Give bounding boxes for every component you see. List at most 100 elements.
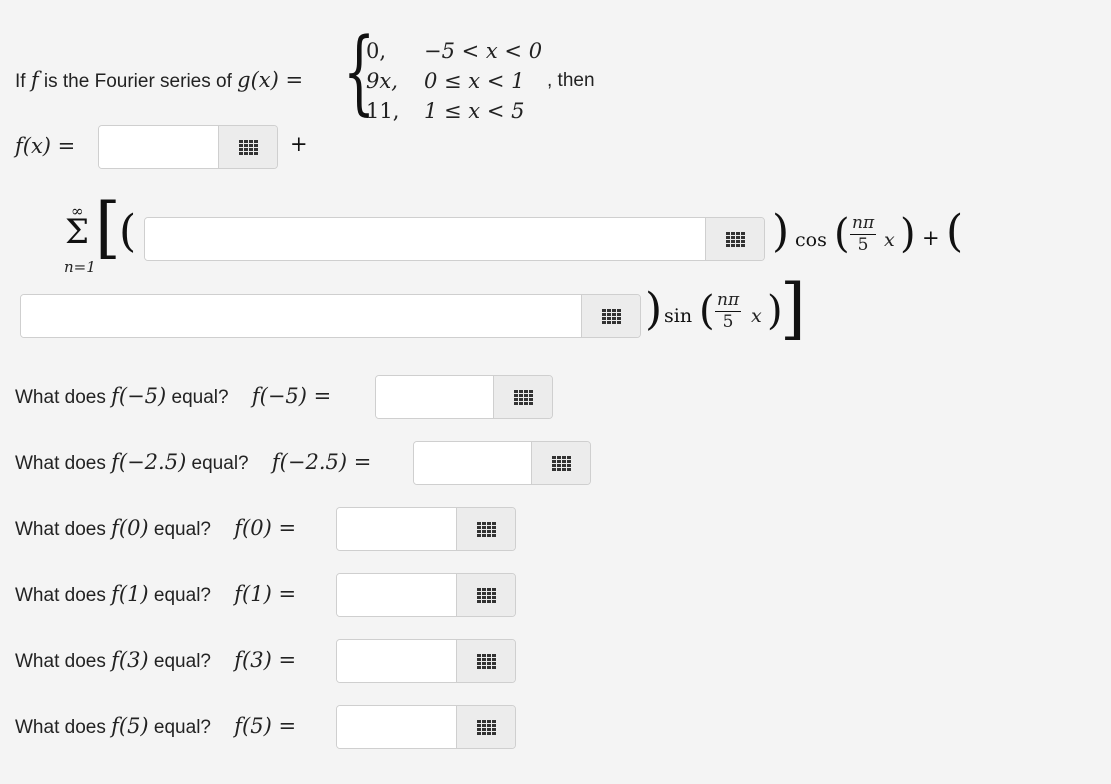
case-condition: −5 < x < 0 bbox=[424, 39, 543, 63]
case-row: 11, 1 ≤ x < 5 bbox=[366, 96, 542, 126]
question-tail: equal? bbox=[171, 387, 229, 408]
sum-symbol: Σ bbox=[65, 212, 90, 252]
math-keypad-button[interactable] bbox=[456, 508, 515, 550]
question-tail: equal? bbox=[153, 651, 211, 672]
right-paren-bn: ) bbox=[645, 284, 663, 335]
question-lhs: f(−2.5) = bbox=[271, 450, 372, 474]
sum-lower: n=1 bbox=[64, 258, 96, 276]
question-row: What does f(0) equal? f(0) = bbox=[15, 516, 296, 541]
math-keypad-button[interactable] bbox=[456, 640, 515, 682]
left-bracket: [ bbox=[95, 189, 121, 266]
keypad-icon bbox=[476, 719, 496, 735]
math-keypad-button[interactable] bbox=[581, 295, 640, 337]
question-arg: f(5) bbox=[111, 714, 149, 738]
left-paren-an: ( bbox=[119, 206, 137, 257]
question-tail: equal? bbox=[191, 453, 249, 474]
question-prompt: What does bbox=[15, 585, 106, 606]
sin-fraction: nπ 5 bbox=[715, 290, 742, 332]
sin-label: sin bbox=[664, 305, 693, 327]
right-paren-cos: ) bbox=[900, 211, 916, 257]
keypad-icon bbox=[513, 389, 533, 405]
question-row: What does f(1) equal? f(1) = bbox=[15, 582, 296, 607]
question-lhs: f(3) = bbox=[234, 648, 297, 672]
answer-input[interactable] bbox=[337, 706, 456, 748]
question-tail: equal? bbox=[153, 585, 211, 606]
keypad-icon bbox=[476, 521, 496, 537]
answer-input[interactable] bbox=[337, 508, 456, 550]
plus-sign: + bbox=[290, 132, 308, 156]
answer-field-f-neg5[interactable] bbox=[375, 375, 553, 419]
a0-field[interactable] bbox=[98, 125, 278, 169]
math-keypad-button[interactable] bbox=[705, 218, 764, 260]
question-prompt: What does bbox=[15, 453, 106, 474]
question-row: What does f(−5) equal? f(−5) = bbox=[15, 384, 331, 409]
answer-input[interactable] bbox=[376, 376, 493, 418]
case-condition: 0 ≤ x < 1 bbox=[424, 69, 525, 93]
math-keypad-button[interactable] bbox=[493, 376, 552, 418]
keypad-icon bbox=[551, 455, 571, 471]
answer-field-f-5[interactable] bbox=[336, 705, 516, 749]
question-arg: f(−2.5) bbox=[111, 450, 187, 474]
case-value: 11, bbox=[366, 99, 400, 123]
cos-label: cos bbox=[795, 229, 827, 251]
case-row: 0, −5 < x < 0 bbox=[366, 36, 542, 66]
plus-sign-2: + bbox=[922, 226, 940, 250]
answer-input[interactable] bbox=[337, 640, 456, 682]
answer-input[interactable] bbox=[337, 574, 456, 616]
left-paren-cos: ( bbox=[834, 211, 850, 257]
answer-field-f-3[interactable] bbox=[336, 639, 516, 683]
bn-input[interactable] bbox=[21, 295, 581, 337]
question-lhs: f(1) = bbox=[234, 582, 297, 606]
question-row: What does f(5) equal? f(5) = bbox=[15, 714, 296, 739]
answer-field-f-neg2-5[interactable] bbox=[413, 441, 591, 485]
right-bracket: ] bbox=[780, 270, 806, 347]
cos-fraction: nπ 5 bbox=[850, 213, 877, 255]
math-keypad-button[interactable] bbox=[218, 126, 277, 168]
cos-var-x: x bbox=[884, 229, 895, 251]
question-prompt: What does bbox=[15, 717, 106, 738]
question-tail: equal? bbox=[153, 519, 211, 540]
keypad-icon bbox=[238, 139, 258, 155]
bn-field[interactable] bbox=[20, 294, 641, 338]
question-arg: f(1) bbox=[111, 582, 149, 606]
math-keypad-button[interactable] bbox=[456, 706, 515, 748]
intro-g-of-x: g(x) = bbox=[237, 68, 304, 92]
question-prompt: What does bbox=[15, 387, 106, 408]
intro-prefix: If bbox=[15, 71, 26, 92]
keypad-icon bbox=[476, 653, 496, 669]
case-row: 9x, 0 ≤ x < 1 bbox=[366, 66, 542, 96]
answer-field-f-1[interactable] bbox=[336, 573, 516, 617]
piecewise-cases: 0, −5 < x < 0 9x, 0 ≤ x < 1 11, 1 ≤ x < 5 bbox=[366, 36, 542, 126]
question-arg: f(0) bbox=[111, 516, 149, 540]
intro-f: f bbox=[30, 68, 39, 92]
answer-field-f-0[interactable] bbox=[336, 507, 516, 551]
fx-label: f(x) = bbox=[15, 134, 76, 158]
question-arg: f(3) bbox=[111, 648, 149, 672]
right-paren-an: ) bbox=[772, 206, 790, 257]
math-keypad-button[interactable] bbox=[456, 574, 515, 616]
left-paren-bn: ( bbox=[946, 206, 964, 257]
an-input[interactable] bbox=[145, 218, 705, 260]
math-keypad-button[interactable] bbox=[531, 442, 590, 484]
frac-numerator: nπ bbox=[715, 290, 742, 312]
answer-input[interactable] bbox=[414, 442, 531, 484]
a0-input[interactable] bbox=[99, 126, 218, 168]
question-row: What does f(−2.5) equal? f(−2.5) = bbox=[15, 450, 371, 475]
intro-line: If f is the Fourier series of g(x) = bbox=[15, 68, 303, 93]
case-condition: 1 ≤ x < 5 bbox=[424, 99, 525, 123]
frac-denominator: 5 bbox=[857, 235, 869, 255]
question-lhs: f(5) = bbox=[234, 714, 297, 738]
case-value: 0, bbox=[366, 39, 387, 63]
case-value: 9x, bbox=[366, 69, 398, 93]
question-tail: equal? bbox=[153, 717, 211, 738]
question-lhs: f(0) = bbox=[234, 516, 297, 540]
question-arg: f(−5) bbox=[111, 384, 167, 408]
keypad-icon bbox=[601, 308, 621, 324]
question-prompt: What does bbox=[15, 651, 106, 672]
an-field[interactable] bbox=[144, 217, 765, 261]
intro-middle: is the Fourier series of bbox=[43, 71, 232, 92]
question-lhs: f(−5) = bbox=[251, 384, 332, 408]
question-prompt: What does bbox=[15, 519, 106, 540]
frac-denominator: 5 bbox=[722, 312, 734, 332]
frac-numerator: nπ bbox=[850, 213, 877, 235]
